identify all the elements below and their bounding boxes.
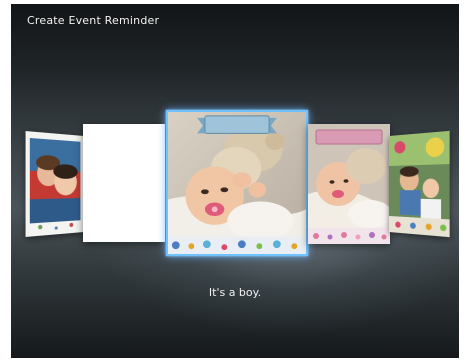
photo-mother-child-image	[25, 131, 84, 237]
carousel-item-photo-mother-child[interactable]	[25, 131, 84, 237]
carousel-item-blank-template[interactable]	[83, 124, 165, 242]
carousel-item-its-a-girl[interactable]	[308, 124, 390, 244]
its-a-boy-image	[168, 112, 306, 254]
carousel-item-photo-birthday-party[interactable]	[389, 130, 450, 238]
event-reminder-screen: Create Event Reminder It's a boy.	[11, 4, 459, 358]
selected-item-caption: It's a boy.	[208, 286, 262, 299]
carousel-item-its-a-boy-selected[interactable]	[166, 110, 308, 256]
screen-title: Create Event Reminder	[27, 14, 160, 27]
its-a-girl-image	[308, 124, 390, 244]
photo-birthday-party-image	[389, 130, 450, 238]
